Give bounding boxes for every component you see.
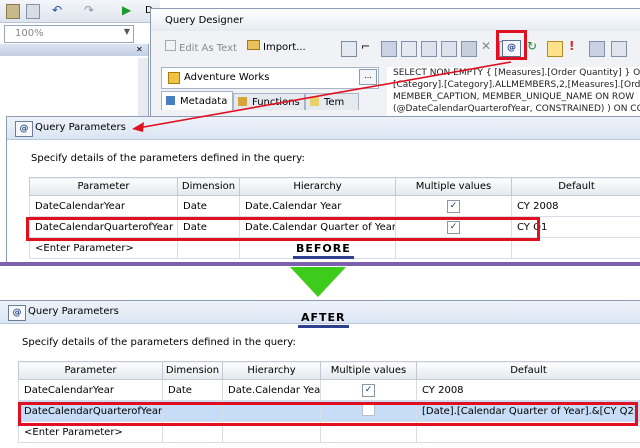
dimension-cell[interactable]: Date xyxy=(163,380,223,401)
default-cell[interactable]: CY 2008 xyxy=(417,380,640,401)
after-instruction: Specify details of the parameters define… xyxy=(22,337,296,348)
default-cell[interactable]: CY 2008 xyxy=(512,196,640,217)
cube-name: Adventure Works xyxy=(184,72,269,83)
paste-icon[interactable] xyxy=(6,4,20,19)
mdx-line: (@DateCalendarQuarterofYear, CONSTRAINED… xyxy=(387,103,640,115)
highlight-parameters-button xyxy=(496,30,527,60)
column-header[interactable]: Hierarchy xyxy=(240,178,396,196)
table-icon[interactable] xyxy=(461,41,477,57)
column-header[interactable]: Dimension xyxy=(178,178,240,196)
multiple-values-cell[interactable]: ✓ xyxy=(396,196,512,217)
query-parameters-icon: @ xyxy=(15,121,33,137)
parameter-cell[interactable]: DateCalendarYear xyxy=(30,196,178,217)
close-icon[interactable]: ✕ xyxy=(136,45,143,54)
grid-header-row: Parameter Dimension Hierarchy Multiple v… xyxy=(30,178,640,196)
before-label: BEFORE xyxy=(293,242,354,259)
query-parameters-icon: @ xyxy=(8,305,26,321)
filter-icon[interactable] xyxy=(381,41,397,57)
column-header[interactable]: Parameter xyxy=(30,178,178,196)
vs-toolbar: ↶ ↷ ▶ D xyxy=(0,0,160,23)
design-mode-icon[interactable] xyxy=(589,41,605,57)
column-header[interactable]: Default xyxy=(417,362,640,380)
after-label: AFTER xyxy=(298,311,349,328)
panel-header xyxy=(0,44,148,56)
zoom-value: 100% xyxy=(15,28,44,39)
column-header[interactable]: Hierarchy xyxy=(223,362,321,380)
calc-member-icon[interactable] xyxy=(401,41,417,57)
table-row[interactable]: DateCalendarYear Date Date.Calendar Year… xyxy=(30,196,640,217)
zoom-select[interactable]: 100% ▼ xyxy=(4,25,134,43)
edit-icon xyxy=(165,40,176,51)
cube-selector[interactable]: Adventure Works xyxy=(161,67,379,89)
redo-icon[interactable]: ↷ xyxy=(84,3,94,17)
auto-execute-icon[interactable] xyxy=(547,41,563,57)
multiple-values-cell[interactable]: ✓ xyxy=(321,380,417,401)
cube-icon[interactable] xyxy=(341,41,357,57)
import-button[interactable]: Import... xyxy=(247,40,306,53)
metadata-icon xyxy=(166,96,175,105)
qd-toolbar: Edit As Text Import... ⌐ ✕ @ ↻ ! xyxy=(151,37,640,59)
parameter-cell[interactable]: DateCalendarYear xyxy=(19,380,163,401)
before-dialog: @ Query Parameters Specify details of th… xyxy=(6,116,640,264)
window-title: Query Designer xyxy=(165,15,243,26)
green-down-arrow xyxy=(290,266,346,298)
multiple-values-checkbox[interactable]: ✓ xyxy=(447,200,460,213)
show-empty-icon[interactable] xyxy=(421,41,437,57)
column-header[interactable]: Dimension xyxy=(163,362,223,380)
cube-icon-small xyxy=(168,72,180,84)
import-label: Import... xyxy=(263,42,306,53)
before-dialog-title: Query Parameters xyxy=(35,122,126,133)
column-header[interactable]: Parameter xyxy=(19,362,163,380)
column-header[interactable]: Multiple values xyxy=(396,178,512,196)
column-header[interactable]: Default xyxy=(512,178,640,196)
chevron-down-icon: ▼ xyxy=(124,27,130,36)
multiple-values-checkbox[interactable]: ✓ xyxy=(362,384,375,397)
refresh-icon[interactable]: ↻ xyxy=(527,39,541,53)
table-row[interactable]: DateCalendarYear Date Date.Calendar Year… xyxy=(19,380,640,401)
undo-icon[interactable]: ↶ xyxy=(52,3,62,17)
chart-icon[interactable] xyxy=(611,41,627,57)
clipboard-icon[interactable] xyxy=(26,4,40,19)
tab-metadata[interactable]: Metadata xyxy=(161,91,233,110)
column-header[interactable]: Multiple values xyxy=(321,362,417,380)
templates-icon xyxy=(310,97,319,106)
grid-header-row: Parameter Dimension Hierarchy Multiple v… xyxy=(19,362,640,380)
delete-icon[interactable]: ✕ xyxy=(481,39,495,53)
dimension-cell[interactable]: Date xyxy=(178,196,240,217)
folder-icon xyxy=(247,40,260,50)
stop-icon[interactable]: ! xyxy=(569,39,583,53)
hierarchy-cell[interactable]: Date.Calendar Year xyxy=(240,196,396,217)
highlight-after-row xyxy=(18,402,638,426)
aggregate-icon[interactable] xyxy=(441,41,457,57)
tab-metadata-label: Metadata xyxy=(180,96,227,107)
tab-functions-label: Functions xyxy=(252,97,300,108)
pointer-icon[interactable]: ⌐ xyxy=(361,40,375,54)
mdx-line: MEMBER_CAPTION, MEMBER_UNIQUE_NAME ON RO… xyxy=(387,91,640,103)
mdx-line: SELECT NON EMPTY { [Measures].[Order Qua… xyxy=(387,67,640,79)
tab-templates[interactable]: Tem xyxy=(305,93,359,110)
query-designer-window: Query Designer Edit As Text Import... ⌐ … xyxy=(150,8,640,128)
side-panel: ✕ xyxy=(0,44,149,124)
tab-functions[interactable]: Functions xyxy=(233,93,305,110)
after-dialog-title: Query Parameters xyxy=(28,306,119,317)
side-scrollbar[interactable] xyxy=(138,58,148,118)
before-dialog-titlebar: @ Query Parameters xyxy=(7,117,640,140)
hierarchy-cell[interactable]: Date.Calendar Year xyxy=(223,380,321,401)
cube-browse-button[interactable]: ... xyxy=(359,69,377,85)
highlight-before-row xyxy=(26,217,540,241)
query-designer-titlebar: Query Designer xyxy=(151,9,640,31)
functions-icon xyxy=(238,97,247,106)
tab-templates-label: Tem xyxy=(324,97,344,108)
mdx-line: [Category].[Category].ALLMEMBERS,2,[Meas… xyxy=(387,79,640,91)
edit-as-text-button[interactable]: Edit As Text xyxy=(165,40,237,54)
before-instruction: Specify details of the parameters define… xyxy=(31,153,305,164)
edit-as-text-label: Edit As Text xyxy=(179,43,237,54)
run-icon[interactable]: ▶ xyxy=(122,3,131,17)
